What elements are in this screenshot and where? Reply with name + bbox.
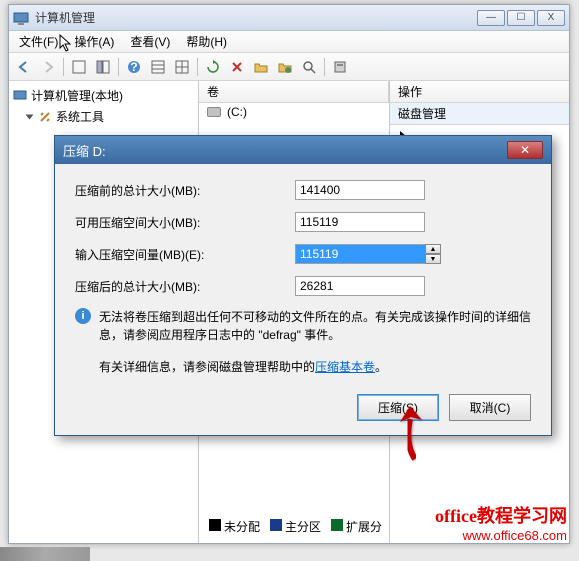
spinner-down[interactable]: ▼ [425, 254, 441, 264]
disk-icon [207, 107, 221, 117]
watermark-line2: www.office68.com [435, 528, 567, 543]
label-total-after: 压缩后的总计大小(MB): [75, 278, 295, 295]
menu-view[interactable]: 查看(V) [122, 31, 178, 52]
link-suffix: 。 [375, 360, 387, 374]
bottom-decoration [0, 547, 90, 561]
info-icon: i [75, 308, 91, 324]
close-button[interactable]: X [537, 10, 565, 26]
cursor-icon [59, 34, 73, 54]
info-text: 无法将卷压缩到超出任何不可移动的文件所在的点。有关完成该操作时间的详细信息，请参… [99, 308, 531, 344]
watermark: office教程学习网 www.office68.com [435, 502, 567, 543]
actions-disk-mgmt[interactable]: 磁盘管理 [390, 103, 569, 125]
legend-unalloc: 未分配 [209, 518, 260, 535]
value-available [295, 212, 425, 232]
computer-mgmt-icon [13, 10, 29, 26]
value-total-after [295, 276, 425, 296]
shrink-dialog: 压缩 D: ✕ 压缩前的总计大小(MB): 可用压缩空间大小(MB): 输入压缩… [54, 135, 552, 436]
dialog-titlebar[interactable]: 压缩 D: ✕ [55, 136, 551, 164]
legend-ext: 扩展分 [331, 518, 382, 535]
tree-systools[interactable]: 系统工具 [13, 106, 194, 127]
folder-button-2[interactable] [274, 56, 296, 78]
shrink-button[interactable]: 压缩(S) [357, 394, 439, 421]
actions-header: 操作 [390, 81, 569, 103]
search-button[interactable] [298, 56, 320, 78]
refresh-button[interactable] [202, 56, 224, 78]
label-available: 可用压缩空间大小(MB): [75, 214, 295, 231]
dialog-title: 压缩 D: [63, 141, 507, 160]
grid-button-1[interactable] [147, 56, 169, 78]
help-button[interactable]: ? [123, 56, 145, 78]
spinner-up[interactable]: ▲ [425, 244, 441, 254]
expand-icon[interactable] [26, 114, 34, 119]
menu-action[interactable]: 操作(A) [66, 31, 122, 52]
tree-root-label: 计算机管理(本地) [31, 87, 123, 104]
dialog-close-button[interactable]: ✕ [507, 141, 543, 159]
view-button-2[interactable] [92, 56, 114, 78]
view-button-1[interactable] [68, 56, 90, 78]
menubar: 文件(F) 操作(A) 查看(V) 帮助(H) [9, 31, 569, 53]
minimize-button[interactable]: — [477, 10, 505, 26]
computer-icon [13, 89, 27, 103]
label-total-before: 压缩前的总计大小(MB): [75, 182, 295, 199]
tools-icon [38, 110, 52, 124]
delete-button[interactable] [226, 56, 248, 78]
volume-header-cell[interactable]: 卷 [199, 81, 389, 102]
volume-c-label: (C:) [227, 105, 247, 119]
legend: 未分配 主分区 扩展分 [209, 518, 382, 535]
tree-systools-label: 系统工具 [56, 108, 104, 125]
input-shrink-amount[interactable] [295, 244, 425, 264]
forward-button[interactable] [37, 56, 59, 78]
grid-button-2[interactable] [171, 56, 193, 78]
value-total-before [295, 180, 425, 200]
link-shrink-basic-volume[interactable]: 压缩基本卷 [315, 360, 375, 374]
actions-disk-mgmt-label: 磁盘管理 [398, 105, 446, 122]
titlebar[interactable]: 计算机管理 — ☐ X [9, 5, 569, 31]
volume-list: (C:) [199, 103, 389, 121]
watermark-line1: office教程学习网 [435, 502, 567, 528]
back-button[interactable] [13, 56, 35, 78]
label-shrink-amount: 输入压缩空间量(MB)(E): [75, 246, 295, 263]
svg-text:?: ? [130, 60, 137, 74]
link-row: 有关详细信息，请参阅磁盘管理帮助中的压缩基本卷。 [99, 358, 531, 376]
legend-primary: 主分区 [270, 518, 321, 535]
tree-root[interactable]: 计算机管理(本地) [13, 85, 194, 106]
maximize-button[interactable]: ☐ [507, 10, 535, 26]
link-prefix: 有关详细信息，请参阅磁盘管理帮助中的 [99, 360, 315, 374]
folder-button-1[interactable] [250, 56, 272, 78]
info-block: i 无法将卷压缩到超出任何不可移动的文件所在的点。有关完成该操作时间的详细信息，… [75, 308, 531, 344]
toolbar: ? [9, 53, 569, 81]
properties-button[interactable] [329, 56, 351, 78]
volume-row-c[interactable]: (C:) [199, 103, 389, 121]
window-title: 计算机管理 [35, 9, 477, 26]
volume-header: 卷 [199, 81, 389, 103]
menu-help[interactable]: 帮助(H) [178, 31, 235, 52]
cancel-button[interactable]: 取消(C) [449, 394, 531, 421]
